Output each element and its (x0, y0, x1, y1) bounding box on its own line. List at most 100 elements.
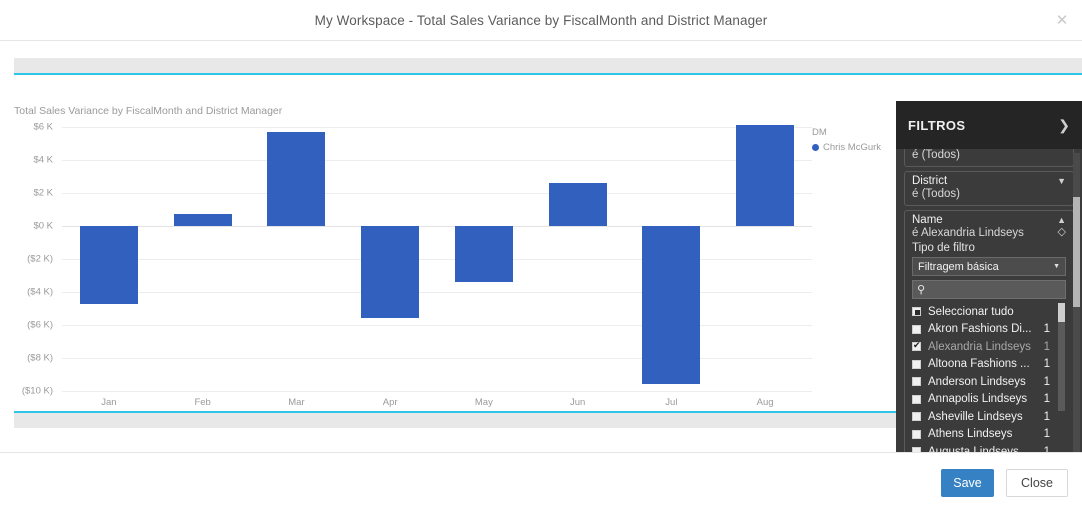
dialog-window: My Workspace - Total Sales Variance by F… (0, 0, 1082, 510)
filter-value-label: Anderson Lindseys (928, 375, 1026, 388)
chevron-down-icon[interactable]: ▼ (1057, 176, 1066, 186)
dialog-title: My Workspace - Total Sales Variance by F… (314, 13, 768, 28)
chart-bar[interactable] (548, 183, 607, 226)
filter-value-item[interactable]: Akron Fashions Di... 1 (912, 321, 1066, 339)
filter-value-label: Altoona Fashions ... (928, 358, 1030, 371)
filters-panel-header: FILTROS ❯ (896, 101, 1082, 149)
filter-type-select[interactable]: Filtragem básica ▼ (912, 257, 1066, 276)
filters-panel-scrollbar[interactable] (1073, 153, 1080, 478)
legend-item[interactable]: Chris McGurk (812, 142, 892, 153)
chevron-up-icon[interactable]: ▲ (1057, 215, 1066, 225)
filter-list-scrollbar[interactable] (1058, 303, 1065, 411)
filter-value-count: 1 (1043, 323, 1050, 336)
chart-x-tick-label: May (474, 397, 493, 408)
filter-card-clipped[interactable]: é (Todos) (904, 149, 1074, 167)
chevron-right-icon[interactable]: ❯ (1058, 118, 1070, 132)
chart-y-tick-label: $6 K (33, 121, 53, 133)
chart-plot-area (62, 125, 812, 392)
chart-x-tick-label: Mar (288, 397, 305, 408)
chart-y-tick-label: $0 K (33, 220, 53, 232)
filter-card-name: District (912, 175, 948, 187)
chart-bar[interactable] (361, 226, 420, 318)
checkbox-icon[interactable] (912, 307, 921, 317)
chart-bar[interactable] (736, 125, 795, 226)
filter-value-count: 1 (1043, 410, 1050, 423)
filter-card-value: é (Todos) (912, 188, 960, 200)
filter-value-item[interactable]: Anderson Lindseys 1 (912, 373, 1066, 391)
filter-type-value: Filtragem básica (918, 260, 999, 273)
filter-card-value: é Alexandria Lindseys (912, 227, 1024, 239)
save-button[interactable]: Save (941, 469, 994, 497)
filter-card-district[interactable]: District ▼ é (Todos) (904, 171, 1074, 206)
filters-panel-scroll-thumb[interactable] (1073, 197, 1080, 307)
chart-bar[interactable] (267, 131, 326, 226)
chart-x-tick-label: Aug (756, 397, 774, 408)
dialog-footer: Save Close (0, 452, 1082, 510)
checkbox-icon[interactable] (912, 359, 921, 369)
filter-value-item[interactable]: Alexandria Lindseys 1 (912, 338, 1066, 356)
chart-legend: DM Chris McGurk (812, 127, 892, 153)
chart-x-tick-label: Jul (665, 397, 678, 408)
filter-type-label: Tipo de filtro (912, 242, 975, 254)
checkbox-icon[interactable] (912, 394, 921, 404)
filter-value-item[interactable]: Seleccionar tudo (912, 303, 1066, 321)
chart-gridline (62, 127, 812, 128)
filters-panel-title: FILTROS (908, 117, 966, 133)
chevron-down-icon: ▼ (1053, 263, 1060, 270)
filter-value-item[interactable]: Altoona Fashions ... 1 (912, 356, 1066, 374)
filter-value-label: Alexandria Lindseys (928, 340, 1031, 353)
chart-bar[interactable] (454, 226, 513, 283)
checkbox-icon[interactable] (912, 340, 921, 352)
chart-bar[interactable] (173, 213, 232, 226)
chart-y-tick-label: $2 K (33, 187, 53, 199)
legend-color-dot (812, 144, 819, 151)
filter-value-count: 1 (1043, 428, 1050, 441)
chart-y-tick-label: ($6 K) (27, 319, 53, 331)
filter-value-label: Athens Lindseys (928, 428, 1013, 441)
filter-value-item[interactable]: Annapolis Lindseys 1 (912, 391, 1066, 409)
search-icon: ⚲ (917, 284, 926, 296)
chart-x-tick-label: Jan (101, 397, 117, 408)
filter-card-name[interactable]: Name ▲ é Alexandria Lindseys ◇ Tipo de f… (904, 210, 1074, 467)
chart-x-axis: Jan Feb Mar Apr May Jun Jul Aug (62, 391, 812, 413)
dialog-titlebar: My Workspace - Total Sales Variance by F… (0, 0, 1082, 41)
filter-value-item[interactable]: Asheville Lindseys 1 (912, 408, 1066, 426)
canvas-top-rail (14, 58, 1082, 75)
filter-value-item[interactable]: Athens Lindseys 1 (912, 426, 1066, 444)
filter-value-label: Seleccionar tudo (928, 305, 1014, 318)
checkbox-icon[interactable] (912, 412, 921, 422)
filter-value-label: Asheville Lindseys (928, 410, 1023, 423)
eraser-icon[interactable]: ◇ (1058, 227, 1066, 238)
filter-list-scroll-thumb[interactable] (1058, 303, 1065, 322)
chart-bar[interactable] (642, 226, 701, 385)
filter-card-name-label: Name (912, 214, 943, 226)
filter-value-count: 1 (1043, 340, 1050, 353)
checkbox-icon[interactable] (912, 429, 921, 439)
chart-y-tick-label: ($10 K) (21, 385, 53, 397)
legend-item-label: Chris McGurk (823, 142, 882, 153)
chart-y-tick-label: ($2 K) (27, 253, 53, 265)
filter-search-input[interactable]: ⚲ (912, 280, 1066, 299)
filter-value-label: Annapolis Lindseys (928, 393, 1028, 406)
filter-card-value: é (Todos) (912, 149, 960, 161)
chart-bar[interactable] (79, 226, 138, 305)
filter-value-label: Akron Fashions Di... (928, 323, 1032, 336)
chart-y-tick-label: ($4 K) (27, 286, 53, 298)
chart-x-tick-label: Jun (569, 397, 586, 408)
chart-y-tick-label: $4 K (33, 154, 53, 166)
chart-title: Total Sales Variance by FiscalMonth and … (14, 105, 283, 117)
close-button[interactable]: Close (1006, 469, 1068, 497)
chart-x-tick-label: Feb (194, 397, 211, 408)
report-canvas: Total Sales Variance by FiscalMonth and … (0, 41, 1082, 482)
chart-gridline (62, 160, 812, 161)
filter-values-list[interactable]: Seleccionar tudoAkron Fashions Di...1Ale… (912, 303, 1066, 461)
close-icon[interactable]: ✕ (1052, 11, 1072, 31)
filter-value-count: 1 (1043, 375, 1050, 388)
checkbox-icon[interactable] (912, 377, 921, 387)
checkbox-icon[interactable] (912, 324, 921, 334)
filter-value-count: 1 (1043, 393, 1050, 406)
chart-visual[interactable]: Total Sales Variance by FiscalMonth and … (0, 101, 900, 411)
legend-title: DM (812, 127, 827, 138)
chart-y-tick-label: ($8 K) (27, 352, 53, 364)
filter-value-count: 1 (1043, 358, 1050, 371)
